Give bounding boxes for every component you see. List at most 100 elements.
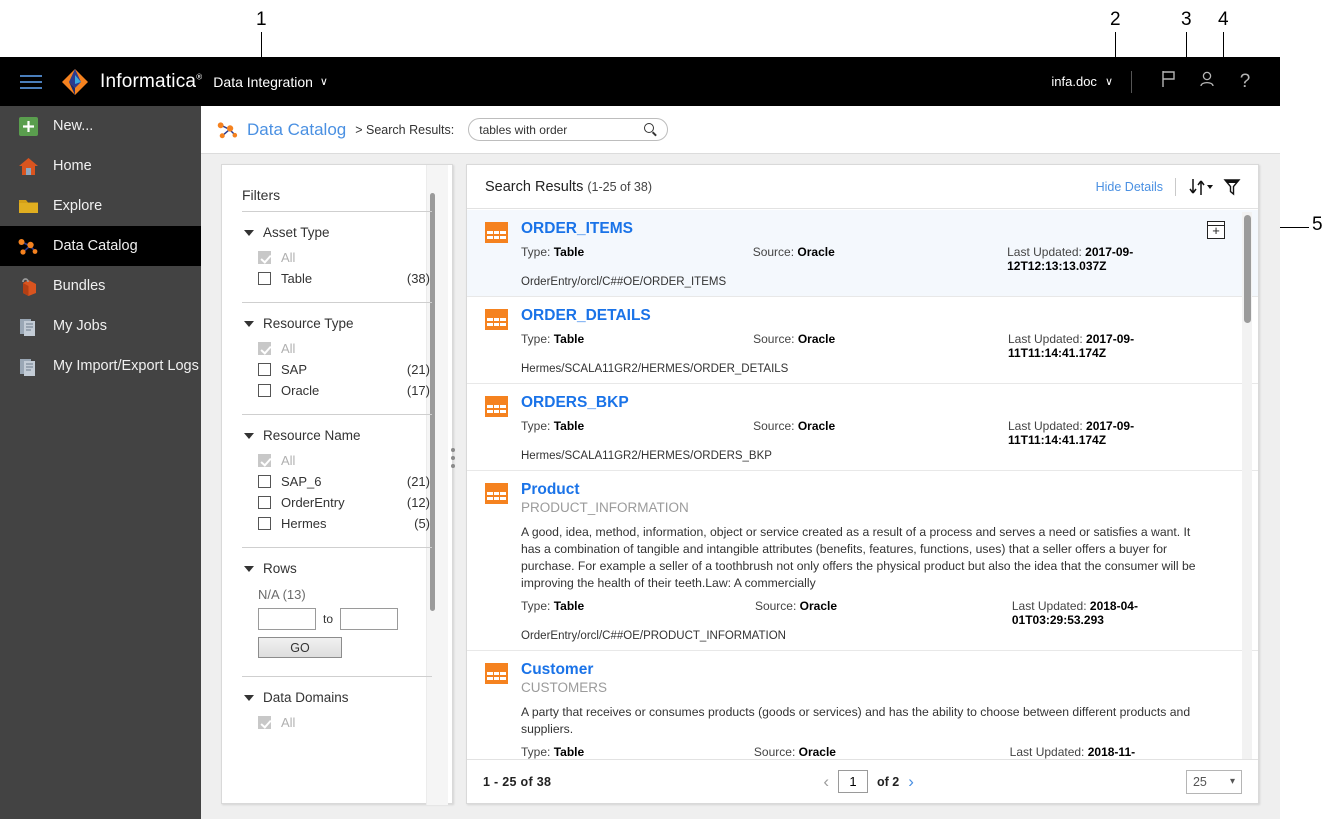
sidebar-item-label: Bundles <box>53 278 106 294</box>
type-label: Type: <box>521 599 551 613</box>
last-updated-label: Last Updated: <box>1007 245 1082 259</box>
filter-option-orderentry[interactable]: OrderEntry (12) <box>244 492 430 513</box>
result-name[interactable]: Product <box>521 481 1212 499</box>
help-icon[interactable]: ? <box>1226 71 1264 93</box>
filters-title: Filters <box>242 187 281 203</box>
data-catalog-icon <box>18 236 39 257</box>
type-label: Type: <box>521 419 551 433</box>
result-type: Type: Table <box>521 599 755 627</box>
user-menu[interactable]: infa.doc ∨ <box>1051 74 1113 89</box>
result-name[interactable]: Customer <box>521 661 1212 679</box>
rows-na-label: N/A (13) <box>258 587 306 602</box>
result-name[interactable]: ORDERS_BKP <box>521 394 1212 412</box>
page-number-input[interactable] <box>837 770 868 793</box>
checkbox-icon[interactable] <box>258 272 271 285</box>
filter-option-all[interactable]: All <box>244 712 430 733</box>
type-value: Table <box>553 599 585 613</box>
checkbox-icon[interactable] <box>258 475 271 488</box>
checkbox-icon[interactable] <box>258 251 271 264</box>
page-size-select[interactable]: 25 ▾ <box>1185 769 1242 794</box>
results-scrollbar-thumb[interactable] <box>1244 215 1251 323</box>
result-name[interactable]: ORDER_ITEMS <box>521 220 1212 238</box>
result-item[interactable]: Product PRODUCT_INFORMATION A good, idea… <box>467 471 1258 651</box>
filter-section-header[interactable]: Resource Type <box>244 316 430 331</box>
checkbox-icon[interactable] <box>258 454 271 467</box>
rows-from-input[interactable] <box>258 608 316 630</box>
checkbox-icon[interactable] <box>258 517 271 530</box>
checkbox-icon[interactable] <box>258 496 271 509</box>
result-item[interactable]: ORDERS_BKP Type: Table Source: Oracle La… <box>467 384 1258 471</box>
filter-option-sap[interactable]: SAP (21) <box>244 359 430 380</box>
sidebar-item-data-catalog[interactable]: Data Catalog <box>0 226 201 266</box>
filter-section-resource-type: Resource Type All SAP (21) Oracle (17) <box>222 316 452 401</box>
type-value: Table <box>553 245 585 259</box>
sidebar-item-bundles[interactable]: Bundles <box>0 266 201 306</box>
filter-option-table[interactable]: Table (38) <box>244 268 430 289</box>
checkbox-icon[interactable] <box>258 363 271 376</box>
result-source: Source: Oracle <box>753 245 1007 273</box>
results-toolbar: Hide Details <box>1096 177 1242 197</box>
sidebar-item-explore[interactable]: Explore <box>0 186 201 226</box>
sidebar-item-my-jobs[interactable]: My Jobs <box>0 306 201 346</box>
filter-option-count: (21) <box>406 474 430 489</box>
filter-option-all[interactable]: All <box>244 338 430 359</box>
sidebar-item-my-import-export-logs[interactable]: My Import/Export Logs <box>0 346 201 386</box>
filter-option-sap-6[interactable]: SAP_6 (21) <box>244 471 430 492</box>
filter-option-all[interactable]: All <box>244 247 430 268</box>
filter-section-header[interactable]: Asset Type <box>244 225 430 240</box>
sidebar-item-home[interactable]: Home <box>0 146 201 186</box>
filter-section-header[interactable]: Data Domains <box>244 690 430 705</box>
add-to-bundle-icon[interactable] <box>1207 221 1225 239</box>
sort-arrows-icon[interactable] <box>1188 177 1214 197</box>
chevron-down-icon: ▾ <box>1229 776 1235 787</box>
source-label: Source: <box>753 419 795 433</box>
type-label: Type: <box>521 245 551 259</box>
search-box[interactable] <box>468 118 669 141</box>
funnel-icon[interactable] <box>1222 177 1242 197</box>
account-icon[interactable] <box>1188 70 1226 93</box>
last-updated-label: Last Updated: <box>1009 745 1085 759</box>
breadcrumb-link-data-catalog[interactable]: Data Catalog <box>247 120 346 140</box>
rows-go-button[interactable]: GO <box>258 637 342 658</box>
filter-section-asset-type: Asset Type All Table (38) <box>222 225 452 289</box>
magnifier-icon[interactable] <box>644 123 658 137</box>
result-meta: Type: Table Source: Oracle Last Updated:… <box>521 245 1212 273</box>
breadcrumb-separator: > Search Results: <box>355 122 455 137</box>
rows-to-input[interactable] <box>340 608 399 630</box>
sidebar-item-new[interactable]: New... <box>0 106 201 146</box>
flag-icon[interactable] <box>1150 70 1188 93</box>
source-value: Oracle <box>797 419 836 433</box>
filter-option-count: (17) <box>406 383 430 398</box>
filter-option-count: (5) <box>414 516 430 531</box>
prev-page-button[interactable]: ‹ <box>823 772 829 792</box>
checkbox-icon[interactable] <box>258 384 271 397</box>
breadcrumb: Data Catalog > Search Results: <box>201 106 1280 154</box>
filter-option-count: (12) <box>406 495 430 510</box>
filter-section-header[interactable]: Resource Name <box>244 428 430 443</box>
result-item[interactable]: ORDER_DETAILS Type: Table Source: Oracle… <box>467 297 1258 384</box>
filters-divider <box>242 414 432 415</box>
search-input[interactable] <box>479 122 632 137</box>
checkbox-icon[interactable] <box>258 716 271 729</box>
filter-option-hermes[interactable]: Hermes (5) <box>244 513 430 534</box>
result-type: Type: Table <box>521 419 753 447</box>
source-label: Source: <box>753 332 795 346</box>
result-item[interactable]: ORDER_ITEMS Type: Table Source: Oracle L… <box>467 210 1258 297</box>
filter-option-oracle[interactable]: Oracle (17) <box>244 380 430 401</box>
result-name[interactable]: ORDER_DETAILS <box>521 307 1212 325</box>
checkbox-icon[interactable] <box>258 342 271 355</box>
service-selector[interactable]: Data Integration ∨ <box>213 74 328 90</box>
sidebar-item-label: Home <box>53 158 92 174</box>
hide-details-button[interactable]: Hide Details <box>1096 180 1163 194</box>
callout-number-3: 3 <box>1181 9 1192 30</box>
filter-section-header[interactable]: Rows <box>244 561 430 576</box>
filters-divider <box>242 676 432 677</box>
hamburger-icon[interactable] <box>20 71 42 93</box>
result-subtitle: PRODUCT_INFORMATION <box>521 500 689 515</box>
toolbar-divider <box>1175 177 1176 196</box>
result-item[interactable]: Customer CUSTOMERS A party that receives… <box>467 651 1258 761</box>
filter-option-all[interactable]: All <box>244 450 430 471</box>
result-path: Hermes/SCALA11GR2/HERMES/ORDERS_BKP <box>521 450 772 462</box>
chevron-down-icon <box>244 229 254 236</box>
next-page-button[interactable]: › <box>908 772 914 792</box>
